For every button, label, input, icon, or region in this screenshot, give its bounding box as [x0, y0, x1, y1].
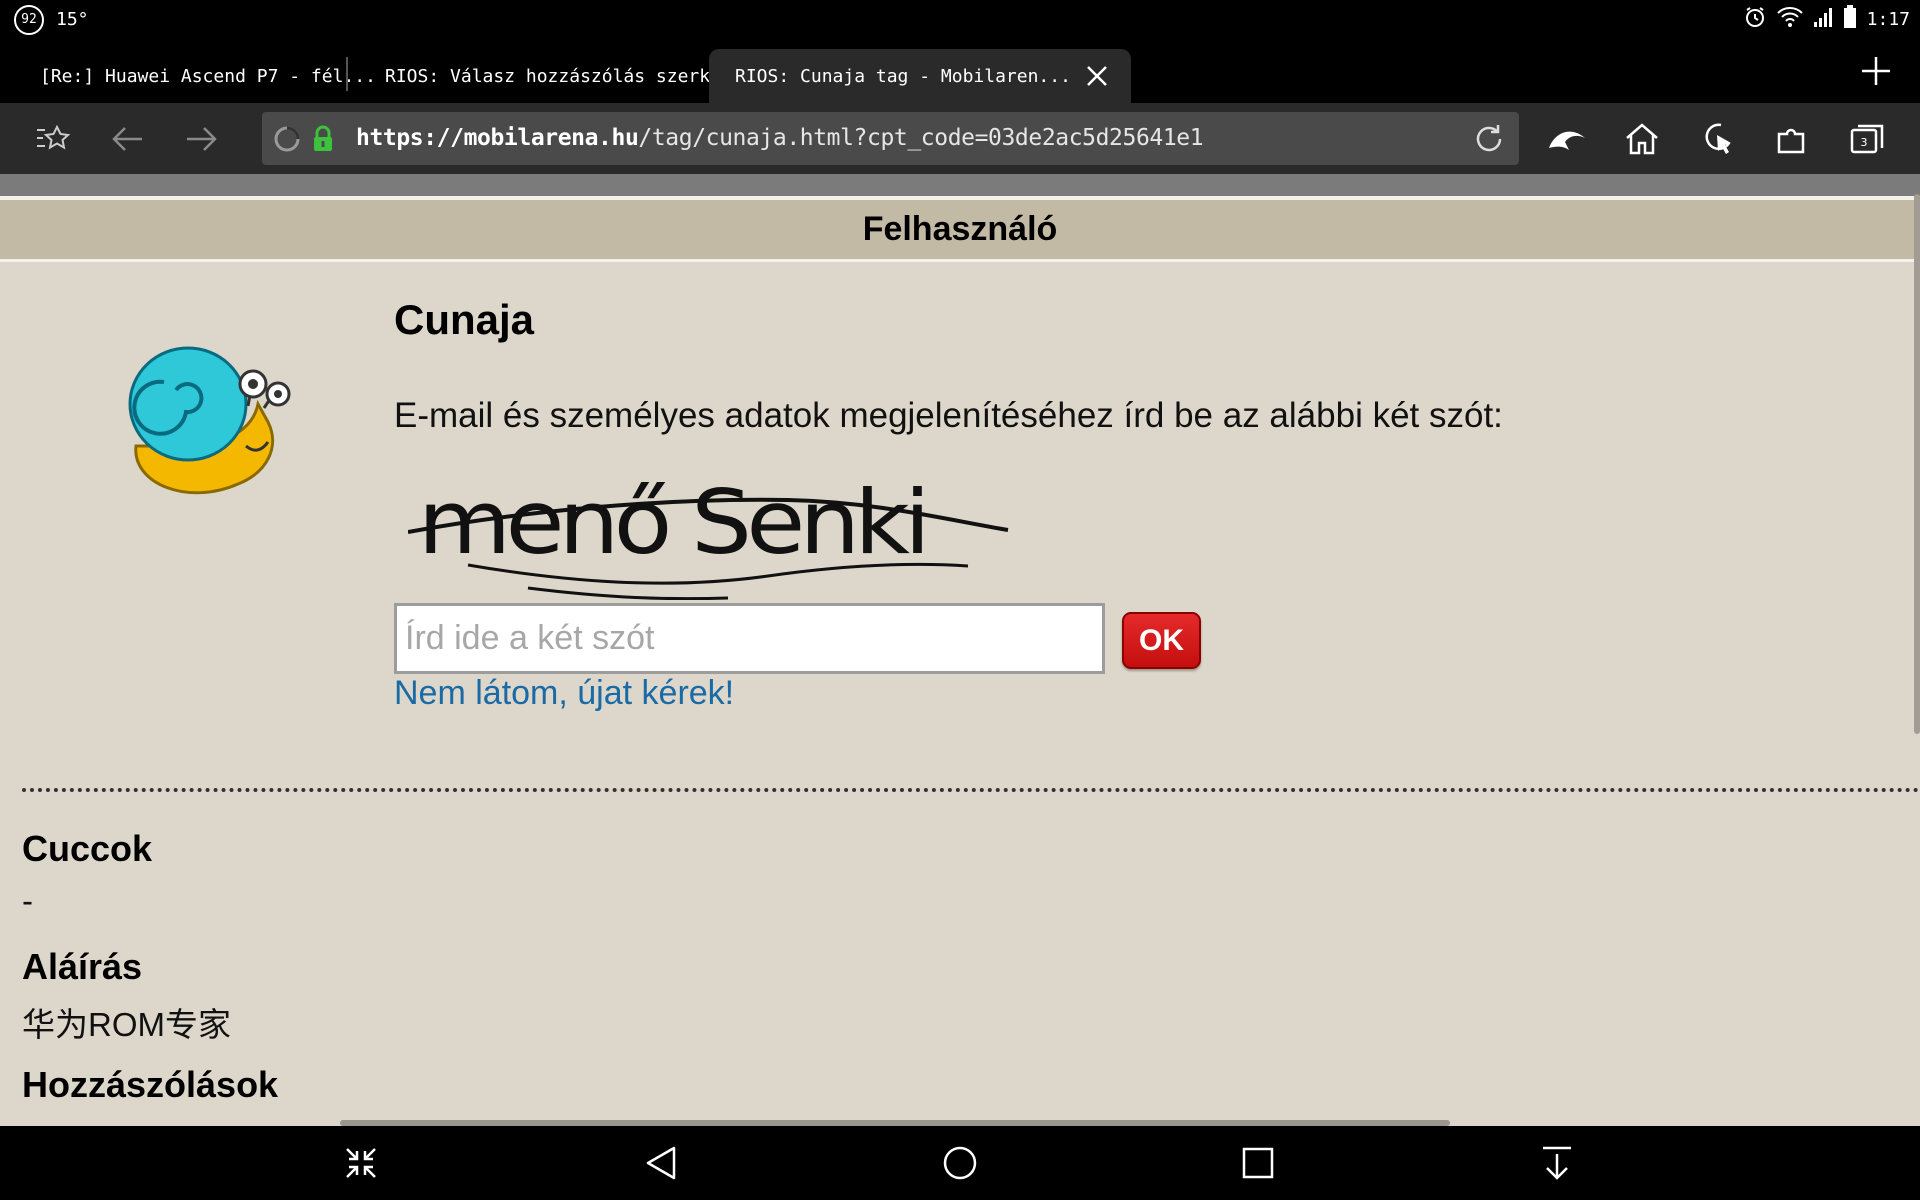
back-icon[interactable] [103, 115, 151, 163]
temperature: 15° [56, 9, 89, 30]
close-icon[interactable] [1085, 64, 1109, 88]
captcha-input[interactable] [394, 603, 1105, 674]
vertical-scrollbar[interactable] [1914, 194, 1920, 734]
tab-label: RIOS: Válasz hozzászólás szerk... [385, 65, 743, 87]
tab-count: 3 [1861, 136, 1868, 149]
gesture-icon[interactable] [1693, 115, 1741, 163]
captcha-text: menő Senki [418, 471, 925, 574]
snail-avatar-icon [128, 346, 291, 495]
captcha-image: menő Senki [407, 470, 1096, 601]
wifi-icon [1776, 6, 1803, 33]
ok-button[interactable]: OK [1122, 612, 1201, 669]
cuccok-value: - [22, 882, 33, 919]
new-captcha-link[interactable]: Nem látom, újat kérek! [394, 674, 734, 713]
alarm-icon [1743, 5, 1767, 34]
battery-icon [1843, 5, 1857, 34]
tab-rios-cunaja[interactable]: RIOS: Cunaja tag - Mobilaren... [709, 49, 1131, 103]
tab-huawei-ascend[interactable]: [Re:] Huawei Ascend P7 - fél... [40, 49, 376, 103]
tab-strip: [Re:] Huawei Ascend P7 - fél... RIOS: Vá… [0, 39, 1920, 103]
tab-rios-reply[interactable]: RIOS: Válasz hozzászólás szerk... [385, 49, 743, 103]
tab-label: RIOS: Cunaja tag - Mobilaren... [735, 65, 1071, 87]
reload-icon[interactable] [1473, 123, 1505, 160]
signal-icon [1813, 6, 1833, 33]
page-top-strip [0, 174, 1920, 196]
profile-name: Cunaja [394, 296, 535, 343]
bookmarks-icon[interactable] [28, 115, 76, 163]
section-header: Felhasználó [0, 200, 1920, 262]
recents-icon[interactable] [1233, 1138, 1283, 1188]
avatar [118, 334, 298, 509]
browser-toolbar: https://mobilarena.hu/tag/cunaja.html?cp… [0, 103, 1920, 174]
notification-badge: 92 [14, 4, 44, 35]
address-bar[interactable]: https://mobilarena.hu/tag/cunaja.html?cp… [262, 112, 1519, 165]
addons-icon[interactable] [1768, 115, 1816, 163]
tab-switcher-icon[interactable]: 3 [1843, 115, 1891, 163]
section-header-title: Felhasználó [862, 210, 1058, 248]
url-text[interactable]: https://mobilarena.hu/tag/cunaja.html?cp… [356, 112, 1204, 165]
forward-icon[interactable] [178, 115, 226, 163]
signature-value: 华为ROM专家 [22, 1006, 231, 1043]
new-tab-button[interactable] [1854, 49, 1898, 93]
back-icon[interactable] [636, 1138, 686, 1188]
navigation-bar [0, 1126, 1920, 1200]
web-page: Felhasználó Cunaja E-mail és személyes a… [0, 174, 1920, 1126]
clock: 1:17 [1866, 9, 1910, 30]
collapse-icon[interactable] [336, 1138, 386, 1188]
divider [22, 788, 1920, 792]
captcha-instructions: E-mail és személyes adatok megjelenítésé… [394, 396, 1503, 435]
tab-label: [Re:] Huawei Ascend P7 - fél... [40, 65, 376, 87]
cuccok-title: Cuccok [22, 828, 153, 869]
lock-icon [312, 125, 334, 158]
tab-separator [346, 57, 348, 91]
loading-icon [272, 124, 302, 159]
signature-title: Aláírás [22, 946, 143, 987]
comments-title: Hozzászólások [22, 1064, 279, 1105]
download-icon[interactable] [1532, 1138, 1582, 1188]
dolphin-icon[interactable] [1543, 115, 1591, 163]
status-bar: 92 15° 1:17 [0, 0, 1920, 39]
home-icon[interactable] [935, 1138, 985, 1188]
home-icon[interactable] [1618, 115, 1666, 163]
